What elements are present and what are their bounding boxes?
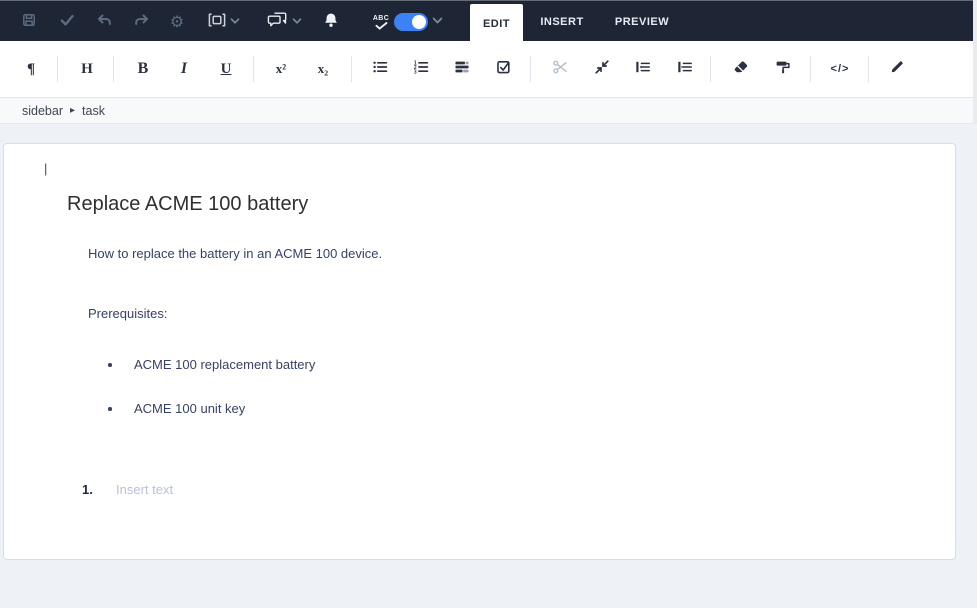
breadcrumb-item-sidebar[interactable]: sidebar — [22, 104, 63, 118]
paint-format-button[interactable] — [768, 41, 798, 97]
outdent-icon — [635, 59, 651, 80]
intro-paragraph[interactable]: How to replace the battery in an ACME 10… — [88, 245, 382, 263]
subscript-button[interactable]: x₂ — [308, 41, 338, 97]
redo-icon — [134, 12, 150, 33]
italic-button[interactable]: I — [169, 41, 199, 97]
ordered-list-button[interactable]: 123 — [406, 41, 436, 97]
definition-list-button[interactable] — [447, 41, 477, 97]
text-cursor: | — [44, 161, 47, 176]
code-icon: </> — [831, 63, 850, 75]
bullet-item[interactable]: ACME 100 replacement battery — [134, 356, 315, 374]
toolbar-separator — [710, 56, 711, 82]
bullet-item[interactable]: ACME 100 unit key — [134, 400, 245, 418]
scissors-icon — [552, 59, 568, 80]
toggle-knob — [412, 15, 426, 29]
tab-preview-label: PREVIEW — [615, 16, 669, 28]
comments-menu-button[interactable] — [261, 2, 307, 42]
pilcrow-icon: ¶ — [27, 61, 35, 78]
tab-edit-label: EDIT — [483, 18, 510, 30]
tab-insert[interactable]: INSERT — [527, 2, 597, 42]
bold-button[interactable]: B — [128, 41, 158, 97]
tab-preview[interactable]: PREVIEW — [604, 2, 680, 42]
approve-button[interactable] — [53, 2, 81, 42]
tab-insert-label: INSERT — [540, 16, 583, 28]
prerequisites-label[interactable]: Prerequisites: — [88, 305, 167, 323]
spellcheck-toggle[interactable] — [394, 13, 428, 31]
document-title[interactable]: Replace ACME 100 battery — [67, 191, 308, 217]
settings-button[interactable]: ⚙ — [163, 2, 191, 42]
edit-pencil-button[interactable] — [882, 41, 912, 97]
redo-button[interactable] — [128, 2, 156, 42]
editor-window: ⚙ — [0, 0, 977, 608]
ordered-item-number: 1. — [82, 481, 93, 499]
fullscreen-menu-button[interactable] — [202, 2, 246, 42]
superscript-icon: x² — [276, 61, 286, 77]
remove-formatting-button[interactable] — [726, 41, 756, 97]
italic-icon: I — [181, 60, 187, 78]
check-icon — [59, 12, 75, 33]
underline-icon: U — [221, 61, 232, 78]
collapse-arrows-icon — [594, 59, 610, 80]
chevron-down-icon — [230, 13, 240, 31]
top-menu-bar: ⚙ — [0, 0, 977, 41]
superscript-button[interactable]: x² — [266, 41, 296, 97]
heading-button[interactable]: H — [72, 41, 102, 97]
bullet-list-button[interactable] — [365, 41, 395, 97]
eraser-icon — [733, 59, 749, 80]
toolbar-separator — [253, 56, 254, 82]
tab-edit[interactable]: EDIT — [470, 4, 523, 43]
spellcheck-button[interactable]: ABC — [368, 2, 394, 42]
task-list-button[interactable] — [489, 41, 519, 97]
svg-text:3: 3 — [414, 69, 417, 75]
heading-icon: H — [81, 61, 93, 78]
source-code-button[interactable]: </> — [825, 41, 855, 97]
breadcrumb-separator-icon: ▸ — [70, 105, 75, 116]
gear-icon: ⚙ — [170, 14, 184, 30]
pencil-icon — [889, 59, 905, 80]
window-edge — [973, 0, 977, 124]
save-icon — [21, 12, 37, 33]
undo-button[interactable] — [90, 2, 118, 42]
toolbar-separator — [351, 56, 352, 82]
paragraph-button[interactable]: ¶ — [16, 41, 46, 97]
toggle-dropdown-button[interactable] — [425, 2, 449, 42]
toolbar-separator — [810, 56, 811, 82]
bullet-marker — [108, 407, 112, 411]
indent-button[interactable] — [670, 41, 700, 97]
breadcrumb-item-task[interactable]: task — [82, 104, 105, 118]
underline-button[interactable]: U — [211, 41, 241, 97]
definition-list-icon — [454, 59, 470, 80]
paint-roller-icon — [775, 59, 791, 80]
insert-text-placeholder[interactable]: Insert text — [116, 481, 173, 499]
toolbar-separator — [530, 56, 531, 82]
subscript-icon: x₂ — [318, 61, 328, 77]
indent-icon — [677, 59, 693, 80]
formatting-toolbar: ¶ H B I U x² x₂ — [0, 41, 977, 98]
ordered-list-icon: 123 — [413, 59, 429, 80]
bold-icon: B — [138, 60, 149, 78]
toolbar-separator — [868, 56, 869, 82]
cut-button[interactable] — [545, 41, 575, 97]
outdent-button[interactable] — [628, 41, 658, 97]
document-editor-surface[interactable]: | Replace ACME 100 battery How to replac… — [3, 143, 956, 560]
bullet-marker — [108, 363, 112, 367]
breadcrumb: sidebar ▸ task — [0, 98, 977, 124]
toolbar-separator — [113, 56, 114, 82]
bell-icon — [323, 12, 339, 33]
checkbox-check-icon — [496, 59, 512, 80]
comments-icon — [267, 11, 288, 33]
undo-icon — [96, 12, 112, 33]
chevron-down-icon — [432, 13, 443, 31]
chevron-down-icon — [292, 13, 302, 31]
toolbar-separator — [57, 56, 58, 82]
collapse-arrows-button[interactable] — [587, 41, 617, 97]
expand-frame-icon — [208, 13, 226, 32]
save-button[interactable] — [15, 2, 43, 42]
bullet-list-icon — [372, 59, 388, 80]
notifications-button[interactable] — [317, 2, 345, 42]
spellcheck-abc-icon: ABC — [373, 15, 389, 30]
